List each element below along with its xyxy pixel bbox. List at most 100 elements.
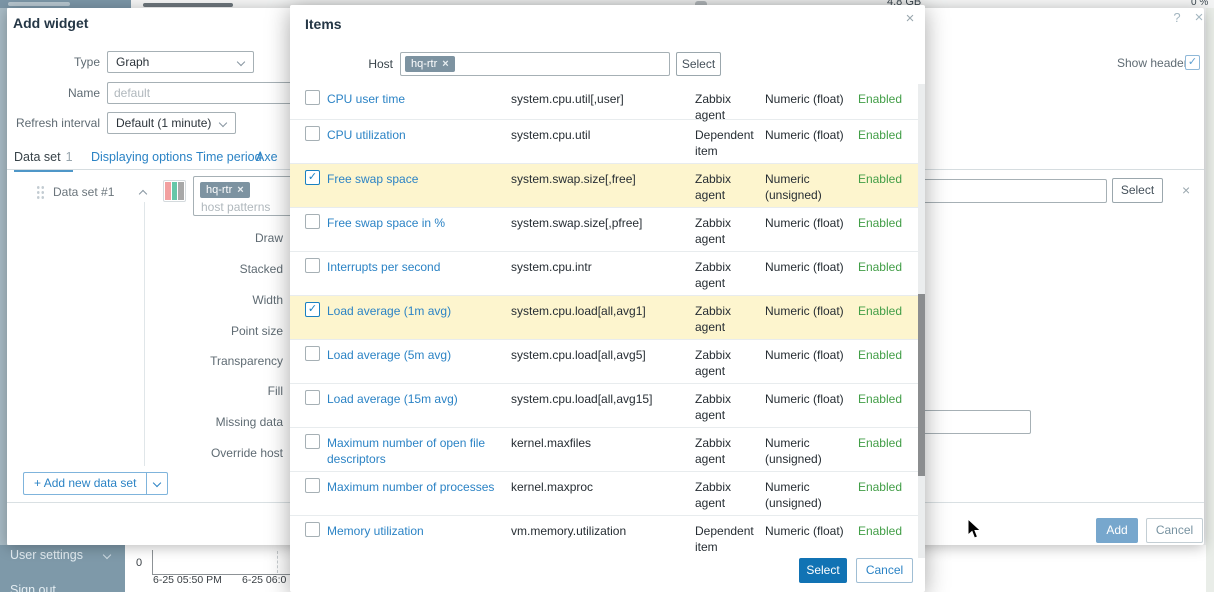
dataset-field-label-override-host: Override host <box>210 446 283 460</box>
cancel-button[interactable]: Cancel <box>1146 518 1203 543</box>
tab-label: Data set <box>14 150 61 164</box>
check-icon: ✓ <box>307 303 318 315</box>
scrollbar-track[interactable] <box>918 84 925 558</box>
item-type: Dependent item <box>695 128 754 158</box>
close-icon[interactable]: × <box>1191 10 1207 26</box>
dataset-field-label-width: Width <box>252 293 283 307</box>
chevron-down-icon <box>218 118 228 128</box>
item-patterns-input[interactable] <box>918 179 1107 203</box>
scrollbar-thumb[interactable] <box>918 294 925 476</box>
item-checkbox[interactable]: ✓ <box>305 170 320 185</box>
tag-remove-icon[interactable]: × <box>442 58 448 70</box>
item-type: Zabbix agent <box>695 92 732 122</box>
item-name-link[interactable]: Free swap space <box>327 171 495 187</box>
dataset-field-label-missing-data: Missing data <box>215 415 283 429</box>
item-checkbox[interactable] <box>305 126 320 141</box>
item-status-badge: Enabled <box>857 436 902 450</box>
host-pattern-tag: hq-rtr × <box>200 182 250 198</box>
item-checkbox[interactable] <box>305 214 320 229</box>
tab-time-period[interactable]: Time period <box>196 150 262 164</box>
add-new-data-set-button[interactable]: + Add new data set <box>23 472 169 495</box>
item-checkbox[interactable] <box>305 90 320 105</box>
item-name-link[interactable]: Maximum number of open file descriptors <box>327 435 495 467</box>
item-status-badge: Enabled <box>857 524 902 538</box>
type-select[interactable]: Graph <box>107 51 254 73</box>
item-name-link[interactable]: Load average (15m avg) <box>327 391 495 407</box>
tab-axe[interactable]: Axe <box>256 150 278 164</box>
modal-select-button[interactable]: Select <box>799 558 847 583</box>
type-select-value: Graph <box>116 55 150 69</box>
tag-remove-icon[interactable]: × <box>237 184 243 196</box>
mouse-cursor <box>967 518 982 539</box>
dataset-field-label-point-size: Point size <box>230 324 283 338</box>
item-row: Maximum number of open file descriptors k… <box>290 428 918 472</box>
item-name-link[interactable]: CPU user time <box>327 91 495 107</box>
item-name-link[interactable]: Maximum number of processes <box>327 479 495 495</box>
item-patterns-select-button[interactable]: Select <box>1112 178 1163 203</box>
sidebar-item-user-settings[interactable]: User settings <box>10 548 83 562</box>
background-sidebar-top <box>0 0 131 8</box>
add-data-set-dropdown[interactable] <box>146 472 169 495</box>
item-row: CPU user time system.cpu.util[,user] Zabbi… <box>290 84 918 122</box>
host-multiselect[interactable]: hq-rtr × <box>400 52 670 76</box>
item-name-link[interactable]: Interrupts per second <box>327 259 495 275</box>
host-tag: hq-rtr × <box>405 56 455 72</box>
item-row: Memory utilization vm.memory.utilization D… <box>290 516 918 558</box>
item-checkbox[interactable] <box>305 258 320 273</box>
item-name-link[interactable]: Load average (1m avg) <box>327 303 495 319</box>
host-select-button[interactable]: Select <box>676 52 721 76</box>
graph-y-axis <box>152 550 153 575</box>
add-button[interactable]: Add <box>1096 518 1138 543</box>
background-text-blur <box>143 3 233 7</box>
refresh-interval-select[interactable]: Default (1 minute) <box>107 112 236 134</box>
item-name-link[interactable]: CPU utilization <box>327 127 495 143</box>
item-type: Dependent item <box>695 524 754 554</box>
item-checkbox[interactable] <box>305 522 320 537</box>
item-checkbox[interactable] <box>305 346 320 361</box>
help-icon[interactable]: ? <box>1169 10 1185 26</box>
item-row: ✓ Free swap space system.swap.size[,free] Z… <box>290 164 918 208</box>
override-host-input[interactable] <box>918 410 1031 434</box>
tab-label: Axe <box>256 150 278 164</box>
item-checkbox[interactable]: ✓ <box>305 302 320 317</box>
item-type: Zabbix agent <box>695 216 732 246</box>
check-icon: ✓ <box>307 171 318 183</box>
item-status-badge: Enabled <box>857 216 902 230</box>
background-value-percent: 0 % <box>1191 0 1209 8</box>
screen: 4.8 GB 0 % User settings Sign out 0 6-25… <box>0 0 1214 592</box>
name-label: Name <box>67 86 100 100</box>
item-checkbox[interactable] <box>305 478 320 493</box>
remove-icon[interactable]: × <box>1182 182 1190 198</box>
item-checkbox[interactable] <box>305 390 320 405</box>
drag-handle-icon[interactable] <box>36 185 45 199</box>
item-name-link[interactable]: Free swap space in % <box>327 215 495 231</box>
graph-x-tick: 6-25 06:0 <box>242 574 287 586</box>
tab-displaying-options[interactable]: Displaying options <box>91 150 192 164</box>
background-left-strip <box>0 8 7 545</box>
item-key: vm.memory.utilization <box>511 524 627 538</box>
dialog-title: Add widget <box>13 15 89 31</box>
tab-data-set[interactable]: Data set 1 <box>14 150 73 172</box>
graph-y-axis-label: 0 <box>136 557 143 569</box>
show-header-checkbox[interactable]: ✓ <box>1185 55 1200 70</box>
close-icon[interactable]: × <box>902 11 918 27</box>
modal-cancel-button[interactable]: Cancel <box>856 558 913 583</box>
background-right-strip <box>1206 8 1214 592</box>
dataset-color-swatch[interactable] <box>163 180 186 202</box>
dataset-field-label-draw: Draw <box>254 231 283 245</box>
item-name-link[interactable]: Memory utilization <box>327 523 495 539</box>
chevron-down-icon <box>153 478 162 487</box>
item-key: system.cpu.util[,user] <box>511 92 624 106</box>
sidebar-item-sign-out[interactable]: Sign out <box>10 583 56 592</box>
item-status-badge: Enabled <box>857 348 902 362</box>
item-name-link[interactable]: Load average (5m avg) <box>327 347 495 363</box>
chevron-up-icon[interactable] <box>138 189 148 199</box>
item-key: system.cpu.load[all,avg15] <box>511 392 653 406</box>
item-checkbox[interactable] <box>305 434 320 449</box>
sidebar: User settings Sign out <box>0 545 125 592</box>
dataset-header: Data set #1 <box>53 185 115 199</box>
item-type: Zabbix agent <box>695 436 732 466</box>
plus-icon: + <box>34 476 42 490</box>
check-icon: ✓ <box>1187 56 1198 68</box>
item-key: system.cpu.load[all,avg1] <box>511 304 646 318</box>
